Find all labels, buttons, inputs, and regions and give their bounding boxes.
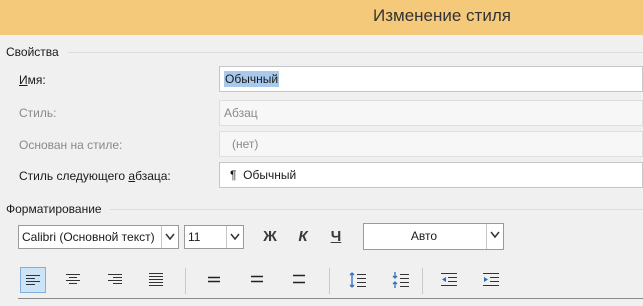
outdent-icon [441, 273, 457, 286]
formatting-group-label: Форматирование [6, 202, 102, 216]
font-color-dropdown[interactable]: Авто [363, 223, 504, 250]
one-half-spacing-icon [251, 275, 263, 283]
style-type-value: Абзац [224, 106, 258, 120]
font-size-value: 11 [188, 230, 201, 244]
preview-top-border [18, 298, 643, 299]
style-type-field: Абзац [219, 100, 643, 126]
single-spacing-icon [208, 276, 220, 283]
next-style-value: Обычный [243, 168, 297, 182]
properties-divider [68, 52, 643, 53]
based-on-label: Основан на стиле: [19, 138, 123, 152]
toolbar-separator [422, 268, 423, 294]
name-input-value: Обычный [224, 71, 280, 87]
chevron-down-icon [226, 226, 243, 248]
align-center-icon [66, 274, 80, 284]
paragraph-mark-icon: ¶ [230, 168, 237, 182]
line-spacing-increase-icon [349, 272, 366, 288]
properties-group-label: Свойства [6, 45, 59, 59]
font-name-dropdown[interactable]: Calibri (Основной текст) [18, 225, 179, 249]
align-center-button[interactable] [61, 267, 87, 293]
formatting-divider [110, 209, 643, 210]
based-on-field: (нет) [219, 131, 643, 157]
bold-button[interactable]: Ж [258, 225, 282, 249]
one-half-spacing-button[interactable] [245, 267, 271, 293]
name-input[interactable]: Обычный [219, 66, 643, 92]
indent-icon [483, 273, 499, 286]
font-color-value: Авто [410, 229, 438, 243]
double-spacing-button[interactable] [287, 267, 313, 293]
align-left-button[interactable] [20, 267, 46, 293]
increase-indent-button[interactable] [478, 267, 504, 293]
font-name-value: Calibri (Основной текст) [22, 230, 155, 244]
style-type-label: Стиль: [19, 106, 57, 120]
dialog-title: Изменение стиля [373, 6, 511, 25]
based-on-value: (нет) [232, 137, 259, 151]
justify-icon [149, 273, 163, 286]
title-bar [0, 0, 643, 35]
next-style-label: Стиль следующего абзаца: [19, 169, 171, 183]
chevron-down-icon [486, 224, 503, 249]
toolbar-separator [329, 268, 330, 294]
single-spacing-button[interactable] [202, 267, 228, 293]
align-left-icon [26, 275, 40, 285]
align-right-button[interactable] [103, 267, 129, 293]
name-label: Имя: [19, 73, 46, 87]
space-before-increase-button[interactable] [345, 267, 371, 293]
toolbar-separator [185, 268, 186, 294]
double-spacing-icon [293, 274, 305, 284]
next-style-dropdown[interactable]: ¶ Обычный [219, 162, 643, 188]
justify-button[interactable] [144, 267, 170, 293]
chevron-down-icon [161, 226, 178, 248]
font-size-dropdown[interactable]: 11 [184, 225, 244, 249]
decrease-indent-button[interactable] [436, 267, 462, 293]
align-right-icon [108, 274, 122, 284]
underline-button[interactable]: Ч [324, 225, 348, 249]
line-spacing-decrease-icon [392, 272, 409, 288]
italic-button[interactable]: К [291, 225, 315, 249]
space-before-decrease-button[interactable] [388, 267, 414, 293]
